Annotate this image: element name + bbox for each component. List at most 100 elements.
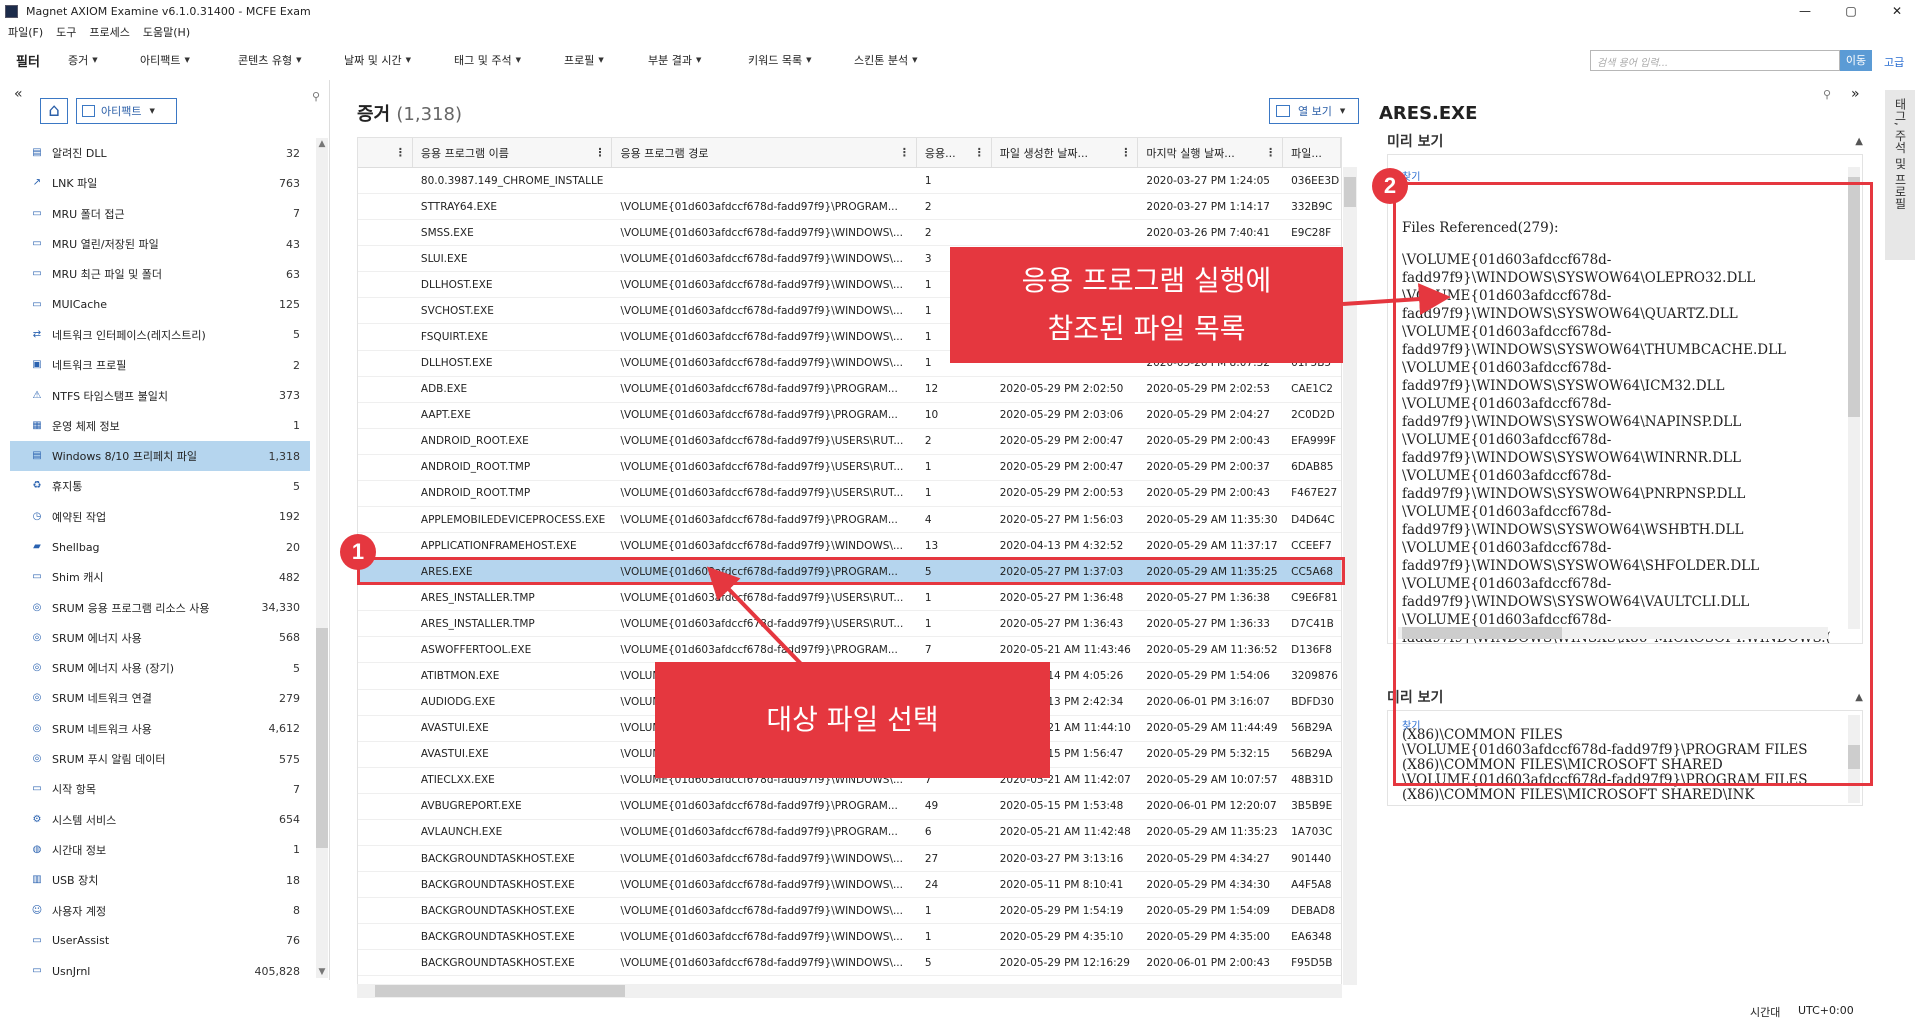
column-header-app-path[interactable]: 응용 프로그램 경로 ⋮ bbox=[612, 138, 917, 167]
search-go-button[interactable]: 이동 bbox=[1840, 50, 1872, 71]
artifact-item[interactable]: ◷ 예약된 작업 192 bbox=[10, 502, 310, 532]
artifact-item[interactable]: ▭ UserAssist 76 bbox=[10, 926, 310, 956]
artifact-item[interactable]: ♻ 휴지통 5 bbox=[10, 471, 310, 501]
filter-evidence[interactable]: 증거 ▼ bbox=[68, 52, 140, 68]
column-header-file[interactable]: 파일... bbox=[1283, 138, 1341, 167]
artifact-item[interactable]: ◎ SRUM 에너지 사용 568 bbox=[10, 623, 310, 653]
table-row[interactable]: ANDROID_ROOT.TMP \VOLUME{01d603afdccf678d… bbox=[358, 455, 1341, 481]
column-header-created-date[interactable]: 파일 생성한 날짜... ⋮ bbox=[992, 138, 1139, 167]
table-row[interactable]: BACKGROUNDTASKHOST.EXE \VOLUME{01d603afdc… bbox=[358, 846, 1341, 873]
table-row[interactable]: ADB.EXE \VOLUME{01d603afdccf678d-fadd97f9… bbox=[358, 377, 1341, 403]
artifact-item[interactable]: ▭ 시작 항목 7 bbox=[10, 774, 310, 804]
grid-horizontal-scrollbar[interactable] bbox=[357, 984, 1342, 998]
artifact-item[interactable]: ▰ Shellbag 20 bbox=[10, 532, 310, 562]
table-row[interactable]: BACKGROUNDTASKHOST.EXE \VOLUME{01d603afdc… bbox=[358, 872, 1341, 899]
artifact-item[interactable]: ▣ 네트워크 프로필 2 bbox=[10, 350, 310, 380]
artifact-item[interactable]: ⚠ NTFS 타임스탬프 불일치 373 bbox=[10, 380, 310, 410]
artifact-item[interactable]: ▭ UsnJrnl 405,828 bbox=[10, 956, 310, 980]
column-menu-icon[interactable]: ⋮ bbox=[899, 146, 910, 159]
table-row[interactable]: ARES_INSTALLER.TMP \VOLUME{01d603afdccf67… bbox=[358, 611, 1341, 638]
scroll-down-icon[interactable]: ▼ bbox=[316, 966, 328, 978]
grid-vertical-scrollbar[interactable] bbox=[1343, 167, 1357, 985]
artifact-item[interactable]: ▦ 운영 체제 정보 1 bbox=[10, 411, 310, 441]
filter-profiles[interactable]: 프로필 ▼ bbox=[564, 52, 648, 68]
artifact-item[interactable]: ▤ Windows 8/10 프리페치 파일 1,318 bbox=[10, 440, 310, 472]
filter-date-time[interactable]: 날짜 및 시간 ▼ bbox=[344, 52, 454, 68]
table-row[interactable]: SMSS.EXE \VOLUME{01d603afdccf678d-fadd97f… bbox=[358, 220, 1341, 247]
table-row[interactable]: ASWOFFERTOOL.EXE \VOLUME{01d603afdccf678d… bbox=[358, 637, 1341, 664]
collapse-right-icon[interactable]: » bbox=[1851, 86, 1860, 102]
preview-header[interactable]: 미리 보기 ▲ bbox=[1387, 128, 1863, 154]
column-menu-icon[interactable]: ⋮ bbox=[974, 146, 985, 159]
scrollbar-thumb[interactable] bbox=[316, 628, 328, 848]
callout-line-1: 응용 프로그램 실행에 bbox=[1021, 264, 1272, 297]
artifact-item[interactable]: ◍ 시간대 정보 1 bbox=[10, 835, 310, 865]
artifact-scrollbar[interactable]: ▲ ▼ bbox=[316, 138, 328, 978]
table-row[interactable]: BACKGROUNDTASKHOST.EXE \VOLUME{01d603afdc… bbox=[358, 924, 1341, 951]
table-row[interactable]: AVLAUNCH.EXE \VOLUME{01d603afdccf678d-fad… bbox=[358, 820, 1341, 847]
scrollbar-thumb[interactable] bbox=[375, 985, 625, 997]
filter-partial-results[interactable]: 부분 결과 ▼ bbox=[648, 52, 748, 68]
artifact-item[interactable]: ◎ SRUM 푸시 알림 데이터 575 bbox=[10, 744, 310, 774]
search-input[interactable]: 검색 용어 입력... bbox=[1590, 50, 1840, 71]
collapse-up-icon[interactable]: ▲ bbox=[1855, 136, 1863, 147]
filter-keyword-lists[interactable]: 키워드 목록 ▼ bbox=[748, 52, 854, 68]
pin-icon[interactable]: ⚲ bbox=[1823, 88, 1831, 101]
artifact-item[interactable]: ▭ MUICache 125 bbox=[10, 289, 310, 319]
close-button[interactable]: ✕ bbox=[1874, 0, 1920, 22]
column-menu-icon[interactable]: ⋮ bbox=[1120, 146, 1131, 159]
pin-icon[interactable]: ⚲ bbox=[312, 90, 320, 103]
scroll-up-icon[interactable]: ▲ bbox=[316, 138, 328, 150]
artifact-item[interactable]: ▭ MRU 최근 파일 및 폴더 63 bbox=[10, 259, 310, 289]
artifact-item[interactable]: ◎ SRUM 네트워크 연결 279 bbox=[10, 683, 310, 713]
artifact-item[interactable]: ◎ SRUM 응용 프로그램 리소스 사용 34,330 bbox=[10, 592, 310, 622]
advanced-search-link[interactable]: 고급 bbox=[1884, 54, 1904, 70]
artifact-item[interactable]: ▭ Shim 캐시 482 bbox=[10, 562, 310, 592]
table-row[interactable]: 80.0.3987.149_CHROME_INSTALLE 1 2020-03-27… bbox=[358, 168, 1341, 195]
minimize-button[interactable]: — bbox=[1782, 0, 1828, 22]
table-row[interactable]: ANDROID_ROOT.TMP \VOLUME{01d603afdccf678d… bbox=[358, 481, 1341, 508]
column-header-run-count[interactable]: 응용... ⋮ bbox=[917, 138, 992, 167]
column-header-app-name[interactable]: 응용 프로그램 이름 ⋮ bbox=[413, 138, 613, 167]
filter-skin-tone[interactable]: 스킨톤 분석 ▼ bbox=[854, 52, 954, 68]
artifact-item[interactable]: ⇄ 네트워크 인터페이스(레지스트리) 5 bbox=[10, 320, 310, 350]
filter-artifacts[interactable]: 아티팩트 ▼ bbox=[140, 52, 238, 68]
menu-process[interactable]: 프로세스 bbox=[89, 24, 129, 40]
menu-file[interactable]: 파일(F) bbox=[8, 24, 43, 40]
artifact-item[interactable]: ◎ SRUM 네트워크 사용 4,612 bbox=[10, 714, 310, 744]
artifact-item[interactable]: ▤ 알려진 DLL 32 bbox=[10, 138, 310, 168]
column-menu-icon[interactable]: ⋮ bbox=[1265, 146, 1276, 159]
table-row[interactable]: BACKGROUNDTASKHOST.EXE \VOLUME{01d603afdc… bbox=[358, 950, 1341, 977]
column-menu-header[interactable]: ⋮ bbox=[358, 138, 413, 167]
table-row[interactable]: ANDROID_ROOT.EXE \VOLUME{01d603afdccf678d… bbox=[358, 429, 1341, 455]
artifact-view-dropdown[interactable]: 아티팩트 ▼ bbox=[76, 98, 177, 124]
table-row[interactable]: STTRAY64.EXE \VOLUME{01d603afdccf678d-fad… bbox=[358, 194, 1341, 221]
table-row[interactable]: APPLICATIONFRAMEHOST.EXE \VOLUME{01d603af… bbox=[358, 533, 1341, 560]
artifact-item[interactable]: ⚙ 시스템 서비스 654 bbox=[10, 805, 310, 835]
column-header-last-run[interactable]: 마지막 실행 날짜... ⋮ bbox=[1138, 138, 1284, 167]
timezone-value[interactable]: UTC+0:00 bbox=[1798, 1004, 1854, 1017]
scrollbar-thumb[interactable] bbox=[1344, 177, 1356, 207]
filter-tags-comments[interactable]: 태그 및 주석 ▼ bbox=[454, 52, 564, 68]
collapse-left-icon[interactable]: « bbox=[14, 86, 23, 102]
table-row[interactable]: BACKGROUNDTASKHOST.EXE \VOLUME{01d603afdc… bbox=[358, 898, 1341, 925]
artifact-item[interactable]: ▭ MRU 폴더 접근 7 bbox=[10, 199, 310, 229]
tags-comments-profiles-tab[interactable]: 태그, 주석 및 프로필 bbox=[1885, 90, 1915, 260]
column-view-button[interactable]: 열 보기 ▼ bbox=[1269, 98, 1359, 124]
artifact-item[interactable]: ▥ USB 장치 18 bbox=[10, 865, 310, 895]
maximize-button[interactable]: ▢ bbox=[1828, 0, 1874, 22]
artifact-item[interactable]: ▭ MRU 열린/저장된 파일 43 bbox=[10, 229, 310, 259]
column-menu-icon[interactable]: ⋮ bbox=[594, 146, 605, 159]
menu-tools[interactable]: 도구 bbox=[56, 24, 76, 40]
table-row[interactable]: AVBUGREPORT.EXE \VOLUME{01d603afdccf678d-… bbox=[358, 794, 1341, 820]
table-row[interactable]: APPLEMOBILEDEVICEPROCESS.EXE \VOLUME{01d6… bbox=[358, 507, 1341, 534]
artifact-item[interactable]: ◎ SRUM 에너지 사용 (장기) 5 bbox=[10, 653, 310, 683]
home-button[interactable]: ⌂ bbox=[40, 98, 68, 124]
table-row[interactable]: AAPT.EXE \VOLUME{01d603afdccf678d-fadd97f… bbox=[358, 403, 1341, 429]
menu-help[interactable]: 도움말(H) bbox=[143, 24, 190, 40]
artifact-item[interactable]: ☺ 사용자 계정 8 bbox=[10, 895, 310, 925]
column-menu-icon[interactable]: ⋮ bbox=[395, 146, 406, 159]
filter-content-type[interactable]: 콘텐츠 유형 ▼ bbox=[238, 52, 344, 68]
table-row[interactable]: ARES_INSTALLER.TMP \VOLUME{01d603afdccf67… bbox=[358, 585, 1341, 612]
artifact-item[interactable]: ↗ LNK 파일 763 bbox=[10, 168, 310, 198]
